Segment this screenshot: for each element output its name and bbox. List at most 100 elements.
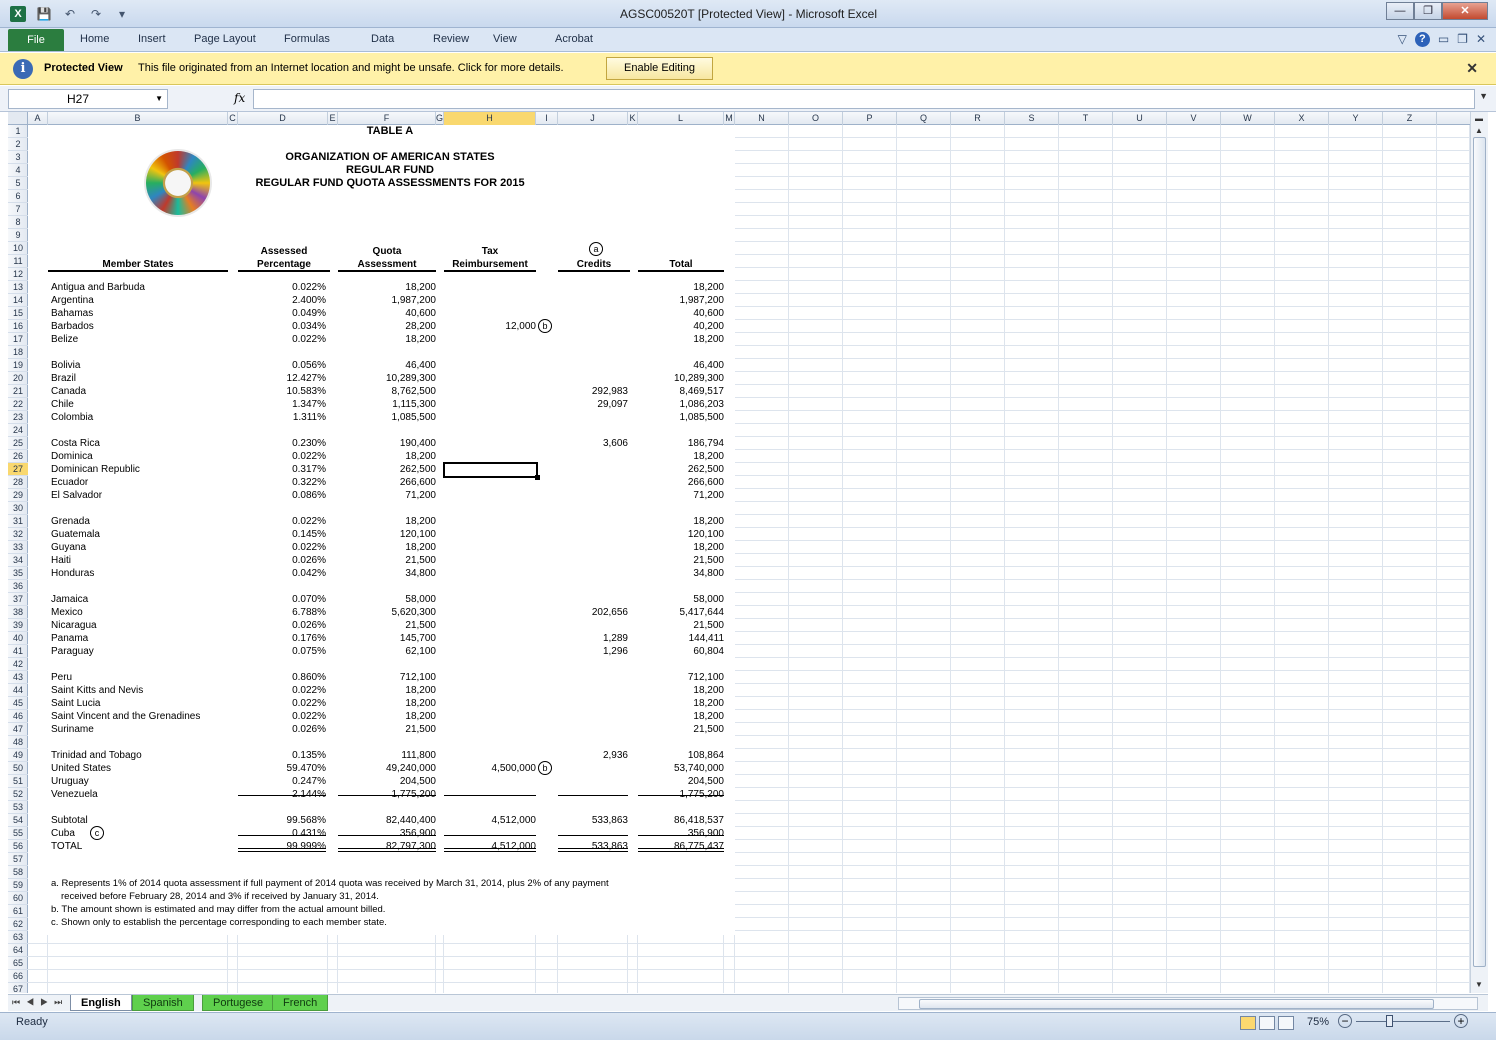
cell-pct[interactable]: 0.860% [238, 671, 326, 684]
cell-quota[interactable]: 18,200 [338, 541, 436, 554]
zoom-slider-thumb[interactable] [1386, 1015, 1393, 1027]
column-header-j[interactable]: J [558, 112, 628, 125]
cell-total[interactable]: 21,500 [638, 723, 724, 736]
member-name[interactable]: Suriname [51, 723, 94, 736]
cell-total[interactable]: 1,085,500 [638, 411, 725, 424]
member-name[interactable]: Brazil [51, 372, 76, 385]
cell-pct[interactable]: 0.176% [238, 632, 326, 645]
zoom-level[interactable]: 75% [1307, 1016, 1329, 1028]
column-header-u[interactable]: U [1113, 112, 1167, 125]
row-header[interactable]: 26 [8, 450, 28, 463]
chevron-down-icon[interactable]: ▼ [155, 90, 163, 108]
row-header[interactable]: 5 [8, 177, 28, 190]
cell-total[interactable]: 18,200 [638, 684, 724, 697]
cell-quota[interactable]: 1,085,500 [338, 411, 437, 424]
member-name[interactable]: Guatemala [51, 528, 100, 541]
select-all-corner[interactable] [8, 112, 28, 125]
cell-pct[interactable]: 0.145% [238, 528, 326, 541]
window-restore-icon[interactable]: ❐ [1457, 32, 1468, 47]
zoom-slider-track[interactable] [1356, 1021, 1450, 1022]
row-header[interactable]: 58 [8, 866, 28, 879]
cell-total[interactable]: 58,000 [638, 593, 724, 606]
enable-editing-button[interactable]: Enable Editing [606, 57, 713, 80]
row-header[interactable]: 16 [8, 320, 28, 333]
cell-quota[interactable]: 712,100 [338, 671, 436, 684]
excel-icon[interactable]: X [10, 6, 26, 22]
cell-quota[interactable]: 46,400 [338, 359, 436, 372]
row-header[interactable]: 15 [8, 307, 28, 320]
normal-view-icon[interactable] [1240, 1016, 1256, 1030]
cell-pct[interactable]: 1.347% [238, 398, 326, 411]
cell-total[interactable]: 18,200 [638, 710, 724, 723]
row-header[interactable]: 56 [8, 840, 28, 853]
insert-function-icon[interactable]: fx [234, 91, 245, 105]
row-header[interactable]: 45 [8, 697, 28, 710]
cell-total[interactable]: 18,200 [638, 281, 724, 294]
cell-pct[interactable]: 0.022% [238, 450, 326, 463]
cell-pct[interactable]: 0.086% [238, 489, 326, 502]
customize-icon[interactable]: ▾ [114, 6, 130, 22]
cell-pct[interactable]: 0.026% [238, 554, 326, 567]
column-header-l[interactable]: L [638, 112, 724, 125]
cell-pct[interactable]: 59.470% [238, 762, 326, 775]
redo-icon[interactable]: ↷ [88, 6, 104, 22]
sheet-tab-spanish[interactable]: Spanish [132, 995, 194, 1011]
column-header-i[interactable]: I [536, 112, 558, 125]
row-header[interactable]: 3 [8, 151, 28, 164]
tab-formulas[interactable]: Formulas [284, 33, 371, 45]
cell-quota[interactable]: 82,440,400 [338, 814, 436, 827]
row-header[interactable]: 7 [8, 203, 28, 216]
cell-pct[interactable]: 10.583% [238, 385, 326, 398]
cell-total[interactable]: 1,086,203 [638, 398, 725, 411]
tab-data[interactable]: Data [371, 33, 433, 45]
cell-total[interactable]: 18,200 [638, 697, 724, 710]
cell-total[interactable]: 1,987,200 [638, 294, 725, 307]
protected-view-message[interactable]: This file originated from an Internet lo… [138, 62, 564, 74]
row-header[interactable]: 17 [8, 333, 28, 346]
cell-total[interactable]: 144,411 [638, 632, 724, 645]
cell-quota[interactable]: 10,289,300 [338, 372, 436, 385]
row-header[interactable]: 8 [8, 216, 28, 229]
member-name[interactable]: Saint Lucia [51, 697, 100, 710]
column-header-b[interactable]: B [48, 112, 228, 125]
column-header-s[interactable]: S [1005, 112, 1059, 125]
cell-pct[interactable]: 0.026% [238, 619, 326, 632]
cell-total[interactable]: 356,900 [638, 827, 724, 840]
zoom-out-icon[interactable]: − [1338, 1014, 1352, 1028]
cell-quota[interactable]: 8,762,500 [338, 385, 437, 398]
column-header-w[interactable]: W [1221, 112, 1275, 125]
cell-quota[interactable]: 190,400 [338, 437, 436, 450]
restore-icon[interactable]: ❐ [1414, 2, 1442, 20]
cell-total[interactable]: 86,418,537 [638, 814, 724, 827]
row-header[interactable]: 23 [8, 411, 28, 424]
row-header[interactable]: 22 [8, 398, 28, 411]
member-name[interactable]: Panama [51, 632, 88, 645]
cell-pct[interactable]: 12.427% [238, 372, 326, 385]
minimize-ribbon-icon[interactable]: ▽ [1398, 32, 1407, 47]
column-header-v[interactable]: V [1167, 112, 1221, 125]
row-header[interactable]: 41 [8, 645, 28, 658]
row-header[interactable]: 60 [8, 892, 28, 905]
column-header-r[interactable]: R [951, 112, 1005, 125]
row-header[interactable]: 51 [8, 775, 28, 788]
member-name[interactable]: Nicaragua [51, 619, 97, 632]
file-tab[interactable]: File [8, 29, 64, 51]
row-header[interactable]: 29 [8, 489, 28, 502]
row-header[interactable]: 4 [8, 164, 28, 177]
cell-pct[interactable]: 0.022% [238, 333, 326, 346]
member-name[interactable]: Haiti [51, 554, 71, 567]
row-header[interactable]: 24 [8, 424, 28, 437]
cell-total[interactable]: 34,800 [638, 567, 724, 580]
row-header[interactable]: 21 [8, 385, 28, 398]
row-header[interactable]: 44 [8, 684, 28, 697]
cell-total[interactable]: 53,740,000 [638, 762, 724, 775]
cell-quota[interactable]: 18,200 [338, 697, 436, 710]
cell-pct[interactable]: 0.042% [238, 567, 326, 580]
column-header-o[interactable]: O [789, 112, 843, 125]
cell-credits[interactable]: 2,936 [558, 749, 628, 762]
column-header-d[interactable]: D [238, 112, 328, 125]
cell-pct[interactable]: 0.135% [238, 749, 326, 762]
column-header-q[interactable]: Q [897, 112, 951, 125]
member-name[interactable]: Argentina [51, 294, 94, 307]
column-header-h[interactable]: H [444, 112, 536, 125]
